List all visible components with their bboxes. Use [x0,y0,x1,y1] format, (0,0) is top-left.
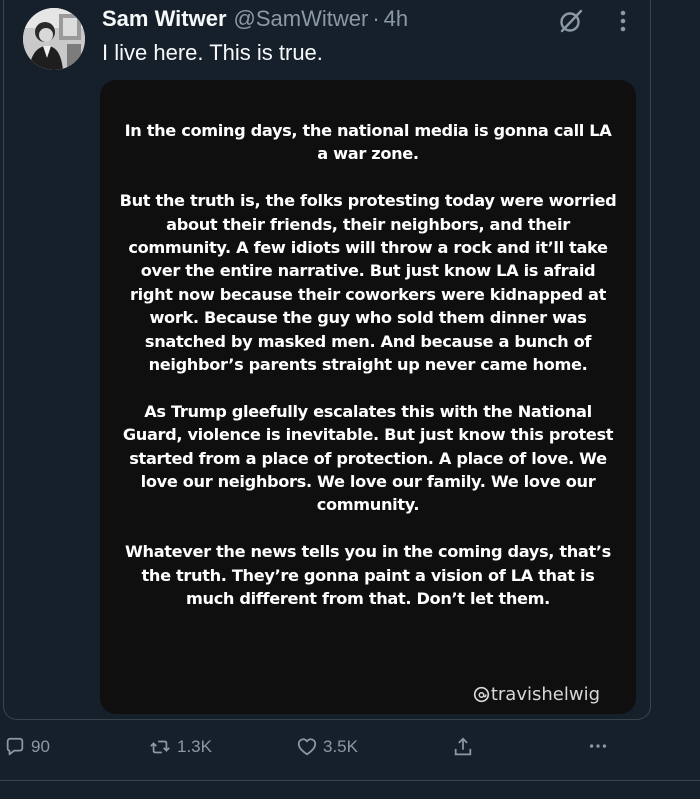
story-paragraph: Whatever the news tells you in the comin… [125,542,611,609]
reply-count: 90 [31,737,50,756]
more-icon[interactable] [613,8,633,34]
avatar[interactable] [23,8,85,70]
story-paragraph: In the coming days, the national media i… [124,121,612,164]
like-count: 3.5K [323,737,358,756]
like-button[interactable]: 3.5K [296,733,358,761]
repost-button[interactable]: 1.3K [148,733,212,761]
user-handle[interactable]: @SamWitwer [234,6,369,32]
story-paragraph: But the truth is, the folks protesting t… [119,191,617,375]
repost-count: 1.3K [177,737,212,756]
post-text: I live here. This is true. [102,40,323,65]
post-time[interactable]: 4h [384,6,408,32]
watermark-text: travishelwig [490,684,600,705]
share-button[interactable] [452,733,479,761]
repost-icon [150,740,170,754]
more-actions-button[interactable] [586,733,615,761]
action-bar: 90 1.3K 3.5K [0,733,700,763]
reply-button[interactable]: 90 [4,733,50,761]
watermark: travishelwig [473,684,600,705]
timeline: Sam Witwer @SamWitwer · 4h I live here. … [0,0,700,799]
post-header: Sam Witwer @SamWitwer · 4h [102,6,408,36]
share-icon [454,737,472,756]
display-name[interactable]: Sam Witwer [102,6,227,32]
threads-icon [473,686,489,703]
story-paragraph: As Trump gleefully escalates this with t… [122,401,614,515]
separator-dot: · [372,6,380,31]
story-text: In the coming days, the national media i… [118,119,618,610]
grok-icon[interactable] [558,8,584,34]
more-horizontal-icon [589,744,607,748]
avatar-photo-icon [23,8,85,70]
reply-icon [6,737,24,756]
divider [0,780,700,781]
post-media-image[interactable]: In the coming days, the national media i… [100,80,636,714]
heart-icon [297,738,317,756]
